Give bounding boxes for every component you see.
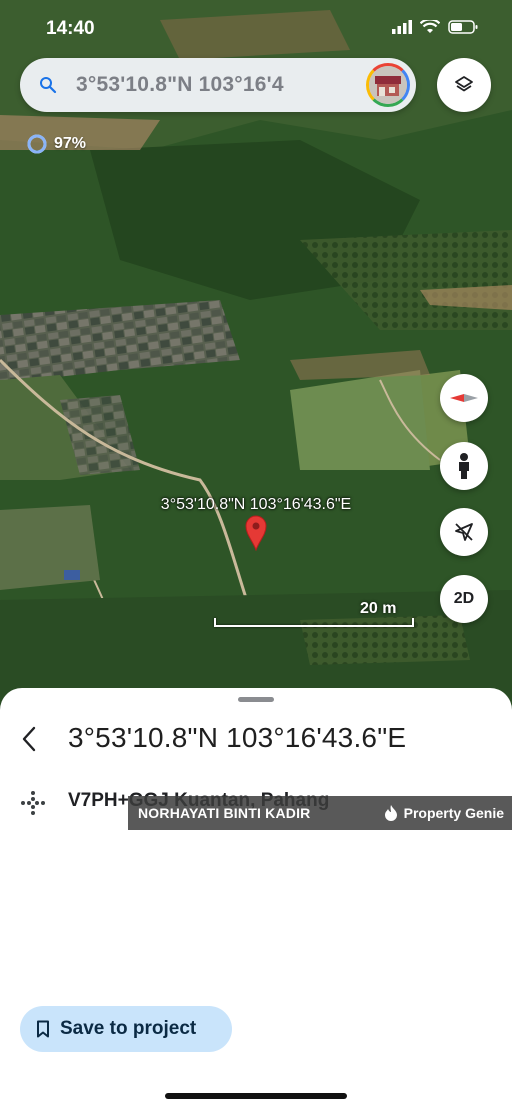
flame-icon [384,805,397,821]
watermark-brand-group: Property Genie [384,804,504,822]
watermark-brand: Property Genie [403,805,504,821]
location-off-icon [455,523,473,541]
loading-progress: 97% [26,133,86,155]
sheet-handle[interactable] [238,697,274,702]
plus-code-icon [21,791,45,815]
wifi-icon [420,20,440,33]
layers-icon [455,76,473,92]
signal-icon [392,20,412,34]
progress-text: 97% [54,135,87,152]
chevron-left-icon [22,726,36,752]
scale-bar [214,618,414,627]
search-icon[interactable] [20,58,76,112]
compass-icon [450,394,478,402]
status-icons [392,20,478,34]
my-location-button[interactable] [440,508,488,556]
watermark-banner: NORHAYATI BINTI KADIR Property Genie [128,796,512,830]
place-title: 3°53'10.8"N 103°16'43.6"E [68,722,407,753]
scale-label: 20 m [360,600,397,617]
layers-button[interactable] [437,58,491,112]
view-mode-toggle[interactable]: 2D [440,575,488,623]
bookmark-icon [37,1020,49,1038]
battery-icon [448,20,478,34]
map-pin-icon[interactable] [245,515,267,551]
street-view-button[interactable] [440,442,488,490]
status-time: 14:40 [46,18,95,39]
progress-ring-icon [27,134,47,154]
save-button-label: Save to project [60,1018,197,1039]
search-input[interactable]: 3°53'10.8"N 103°16'4 [76,73,366,97]
satellite-map[interactable]: 14:40 3°53'10.8"N 103°16'4 97% 2D 3°53'1… [0,0,512,720]
save-to-project-button[interactable]: Save to project [20,1006,232,1052]
street-view-icon [459,453,469,479]
compass-button[interactable] [440,374,488,422]
search-bar[interactable]: 3°53'10.8"N 103°16'4 [20,58,416,112]
back-button[interactable] [14,724,44,754]
pin-label: 3°53'10.8"N 103°16'43.6"E [160,496,352,513]
avatar[interactable] [366,63,410,107]
home-indicator[interactable] [165,1093,347,1099]
watermark-owner: NORHAYATI BINTI KADIR [138,805,311,821]
